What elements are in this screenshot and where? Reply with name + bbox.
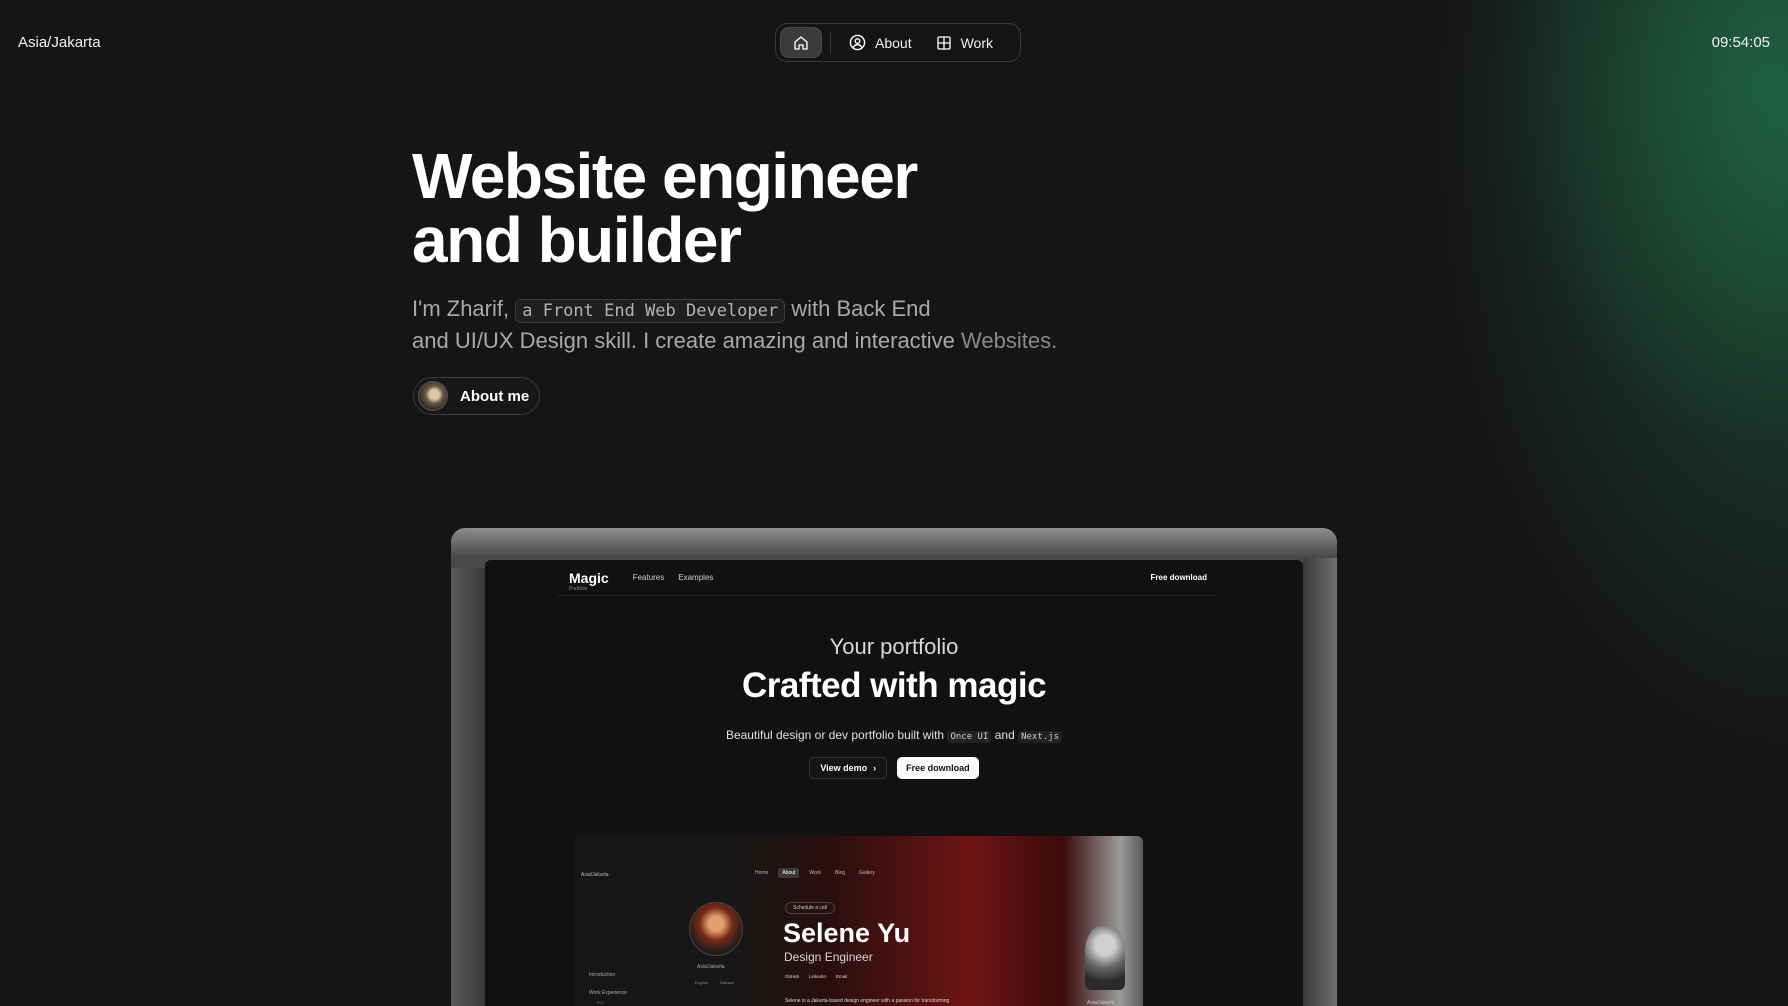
inner-side-work-experience[interactable]: Work Experience bbox=[589, 990, 627, 996]
showcase-logo-sub: Portfolio bbox=[569, 585, 588, 592]
inner-link-github[interactable]: GitHub bbox=[785, 974, 799, 979]
nav-divider bbox=[830, 31, 831, 54]
hero-title-line1: Website engineer bbox=[412, 140, 918, 212]
intro-line2: and UI/UX Design skill. I create amazing… bbox=[412, 328, 955, 353]
inner-language-tags: English Bahasa bbox=[695, 980, 734, 985]
nav-about-button[interactable]: About bbox=[839, 27, 922, 58]
showcase-buttons: View demo › Free download bbox=[485, 757, 1303, 779]
timezone-label: Asia/Jakarta bbox=[18, 34, 101, 51]
hero-title: Website engineer and builder bbox=[412, 144, 1032, 272]
about-me-label: About me bbox=[460, 387, 530, 405]
inner-tag-bahasa: Bahasa bbox=[720, 980, 734, 985]
inner-side-fly[interactable]: FLY bbox=[597, 1000, 604, 1005]
role-chip: a Front End Web Developer bbox=[515, 299, 786, 323]
top-nav: About Work bbox=[775, 23, 1021, 62]
showcase-nav-features[interactable]: Features bbox=[633, 573, 665, 582]
showcase-title: Crafted with magic bbox=[741, 666, 1047, 705]
nav-home-button[interactable] bbox=[780, 27, 822, 58]
inner-schedule-button[interactable]: Schedule a call bbox=[785, 902, 835, 914]
avatar bbox=[418, 381, 448, 411]
hero-intro: I'm Zharif, a Front End Web Developer wi… bbox=[412, 294, 1172, 356]
grid-icon bbox=[936, 35, 951, 50]
nav-work-label: Work bbox=[960, 34, 994, 51]
view-demo-label: View demo bbox=[820, 763, 868, 773]
inner-role: Design Engineer bbox=[784, 950, 873, 964]
showcase-nav: Magic Portfolio Features Examples Free d… bbox=[557, 560, 1217, 596]
showcase-description: Beautiful design or dev portfolio built … bbox=[485, 728, 1303, 743]
inner-nav: Home About Work Blog Gallery bbox=[751, 868, 879, 878]
clock: 09:54:05 bbox=[1711, 34, 1770, 51]
showcase-code-nextjs: Next.js bbox=[1018, 731, 1063, 743]
showcase-logo: Magic Portfolio bbox=[569, 569, 609, 592]
free-download-button[interactable]: Free download bbox=[897, 757, 979, 779]
showcase-superline: Your portfolio bbox=[829, 634, 959, 659]
intro-prefix: I'm Zharif, bbox=[412, 296, 510, 321]
inner-tag-english: English bbox=[695, 980, 709, 985]
showcase-code-onceui: Once UI bbox=[947, 731, 992, 743]
hero-title-line2: and builder bbox=[412, 204, 742, 276]
home-icon bbox=[794, 35, 808, 50]
inner-social-links: GitHub LinkedIn Email bbox=[785, 974, 847, 979]
intro-highlight: Websites. bbox=[961, 328, 1058, 353]
showcase-nav-examples[interactable]: Examples bbox=[678, 573, 713, 582]
nav-work-button[interactable]: Work bbox=[926, 27, 1003, 58]
inner-nav-gallery[interactable]: Gallery bbox=[855, 868, 879, 878]
laptop-screen: Magic Portfolio Features Examples Free d… bbox=[485, 560, 1303, 1006]
inner-portfolio-preview: Asia/Jakarta Home About Work Blog Galler… bbox=[573, 836, 1143, 1006]
inner-link-email[interactable]: Email bbox=[836, 974, 847, 979]
inner-timezone: Asia/Jakarta bbox=[581, 872, 609, 878]
inner-name: Selene Yu bbox=[783, 918, 911, 948]
user-circle-icon bbox=[849, 34, 866, 51]
inner-location: Asia/Jakarta bbox=[697, 964, 725, 970]
inner-nav-about[interactable]: About bbox=[778, 868, 800, 878]
inner-avatar bbox=[689, 902, 743, 956]
inner-nav-blog[interactable]: Blog bbox=[831, 868, 849, 878]
inner-nav-work[interactable]: Work bbox=[805, 868, 825, 878]
inner-link-linkedin[interactable]: LinkedIn bbox=[809, 974, 826, 979]
about-me-button[interactable]: About me bbox=[413, 377, 540, 415]
nav-about-label: About bbox=[875, 34, 912, 51]
inner-side-introduction[interactable]: Introduction bbox=[589, 972, 615, 978]
showcase-logo-text: Magic bbox=[569, 569, 609, 586]
view-demo-button[interactable]: View demo › bbox=[809, 757, 888, 779]
inner-location-2: Asia/Jakarta bbox=[1087, 1000, 1115, 1006]
intro-mid: with Back End bbox=[791, 296, 931, 321]
inner-nav-home[interactable]: Home bbox=[751, 868, 772, 878]
showcase-nav-download[interactable]: Free download bbox=[1151, 573, 1207, 582]
laptop-mockup: Magic Portfolio Features Examples Free d… bbox=[451, 528, 1337, 1006]
chevron-right-icon: › bbox=[873, 763, 877, 773]
inner-bio: Selene is a Jakarta-based design enginee… bbox=[785, 998, 950, 1004]
inner-figure-image bbox=[1085, 926, 1125, 990]
showcase-desc-and: and bbox=[994, 728, 1015, 742]
showcase-desc-prefix: Beautiful design or dev portfolio built … bbox=[725, 728, 945, 742]
